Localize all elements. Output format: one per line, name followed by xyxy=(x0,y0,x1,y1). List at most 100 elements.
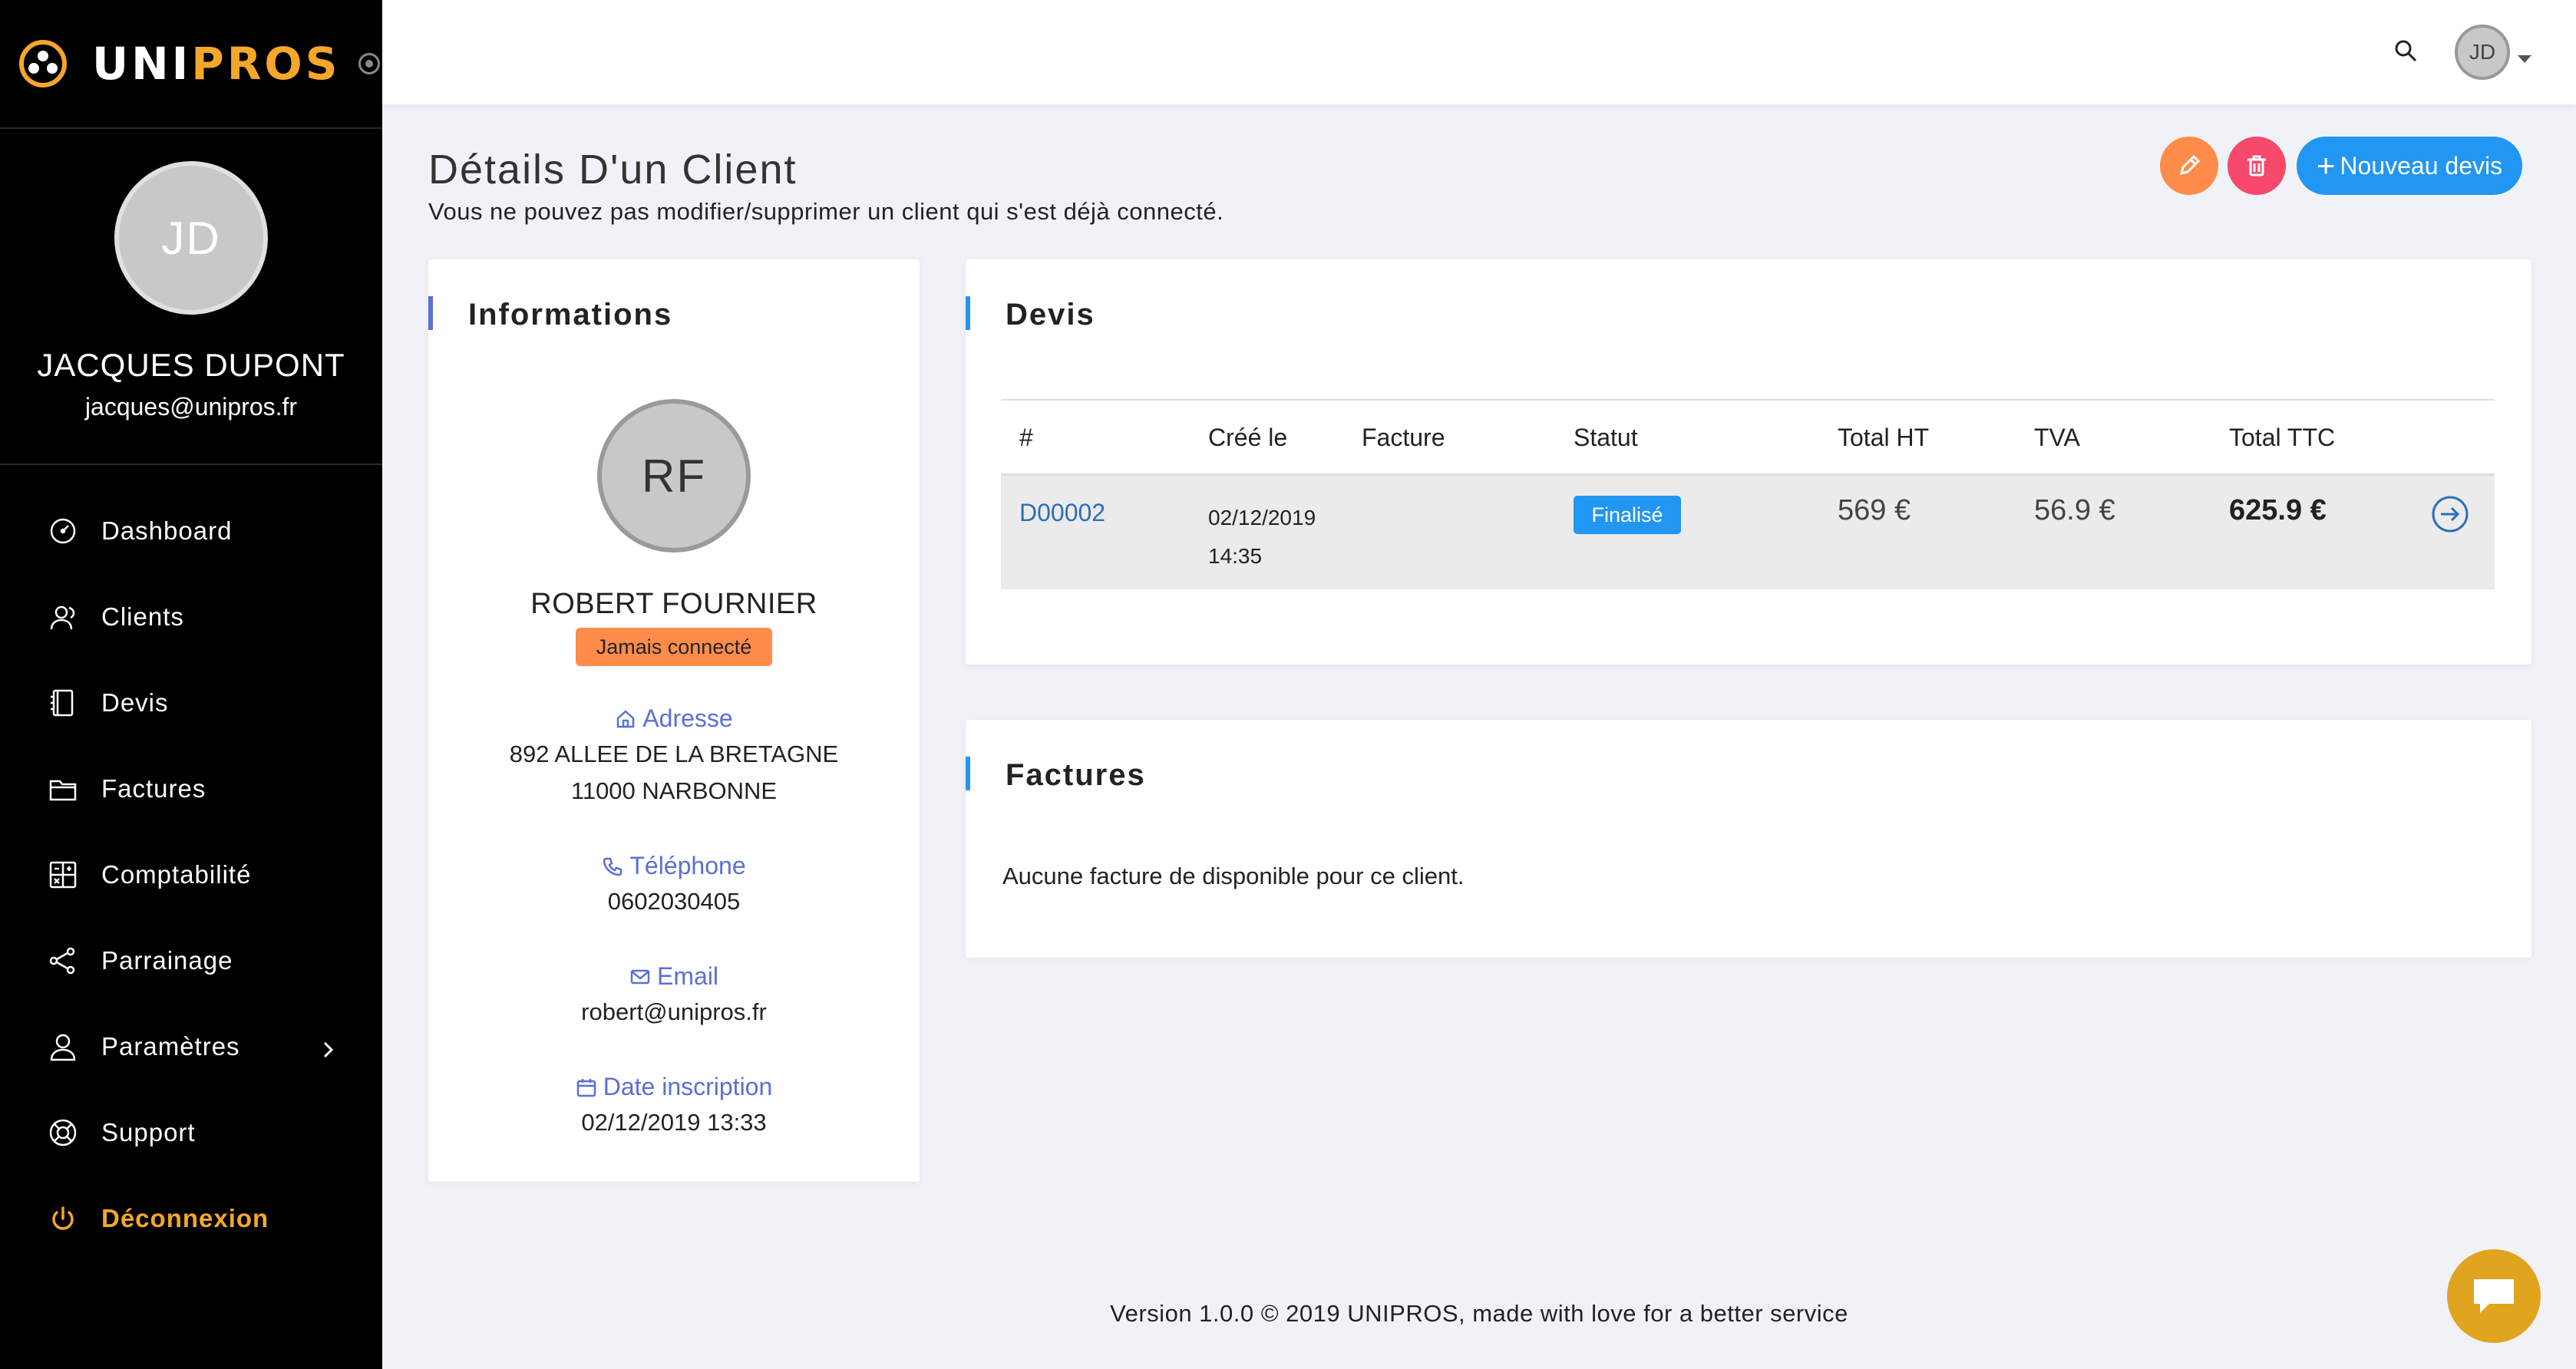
devis-title: Devis xyxy=(1006,298,1095,332)
sidebar-item-label: Factures xyxy=(101,774,206,803)
calculator-icon xyxy=(49,861,77,889)
card-accent-bar xyxy=(966,296,970,330)
profile-email: jacques@unipros.fr xyxy=(84,393,298,421)
devis-created-cell: 02/12/2019 14:35 xyxy=(1208,499,1316,576)
trash-icon xyxy=(2247,155,2266,176)
phone-icon xyxy=(603,857,623,876)
devis-tva: 56.9 € xyxy=(2034,494,2115,526)
phone-value: 0602030405 xyxy=(607,888,741,915)
sidebar-item-label: Clients xyxy=(101,602,184,631)
profile-avatar: JD xyxy=(114,161,268,315)
devis-card: Devis # Créé le Facture Statut Total HT … xyxy=(966,259,2531,665)
page-title: Détails D'un Client xyxy=(428,147,798,193)
sidebar-item-label: Dashboard xyxy=(101,516,233,545)
sidebar: UNIPROS JD JACQUES DUPONT jacques@unipro… xyxy=(0,0,382,1369)
sidebar-item-label: Support xyxy=(101,1118,196,1146)
column-header: Total TTC xyxy=(2229,424,2336,451)
column-header: Total HT xyxy=(1838,424,1930,451)
devis-ref-link[interactable]: D00002 xyxy=(1019,499,1105,527)
delete-client-button[interactable] xyxy=(2228,137,2286,195)
user-settings-icon xyxy=(50,1034,76,1061)
brand-name-prefix: UNI xyxy=(92,38,192,90)
sidebar-item-factures[interactable]: Factures xyxy=(0,746,382,832)
sidebar-item-comptabilite[interactable]: Comptabilité xyxy=(0,832,382,918)
sidebar-profile: JD JACQUES DUPONT jacques@unipros.fr xyxy=(0,129,382,465)
column-header: Statut xyxy=(1574,424,1638,451)
sidebar-item-dashboard[interactable]: Dashboard xyxy=(0,488,382,574)
email-block: Email robert@unipros.fr xyxy=(428,962,920,1031)
profile-name: JACQUES DUPONT xyxy=(37,347,345,383)
sidebar-item-parrainage[interactable]: Parrainage xyxy=(0,918,382,1004)
lifebuoy-icon xyxy=(49,1119,77,1146)
sidebar-item-support[interactable]: Support xyxy=(0,1090,382,1176)
calendar-icon xyxy=(576,1078,596,1097)
column-header: # xyxy=(1019,424,1033,451)
card-accent-bar xyxy=(966,757,970,790)
sidebar-item-label: Paramètres xyxy=(101,1032,240,1061)
factures-icon xyxy=(49,780,77,801)
column-header: Facture xyxy=(1362,424,1445,451)
sidebar-item-parametres[interactable]: Paramètres xyxy=(0,1004,382,1090)
devis-total-ht: 569 € xyxy=(1838,494,1911,526)
home-icon xyxy=(617,709,635,727)
address-line2: 11000 NARBONNE xyxy=(570,777,778,804)
user-avatar-button[interactable]: JD xyxy=(2455,25,2510,80)
sidebar-item-label: Comptabilité xyxy=(101,860,252,889)
sidebar-item-label: Déconnexion xyxy=(101,1204,269,1232)
date-block: Date inscription 02/12/2019 13:33 xyxy=(428,1073,920,1141)
arrow-right-circle-icon[interactable] xyxy=(2430,494,2470,534)
sidebar-nav: Dashboard Clients Devis Factures Comptab… xyxy=(0,465,382,1262)
email-label: Email xyxy=(428,962,920,991)
dashboard-icon xyxy=(50,518,76,544)
sidebar-toggle-icon[interactable] xyxy=(358,53,381,74)
factures-empty-message: Aucune facture de disponible pour ce cli… xyxy=(1002,863,1465,889)
address-label: Adresse xyxy=(428,704,920,733)
unipros-logo-icon[interactable] xyxy=(17,38,69,90)
card-accent-bar xyxy=(428,296,433,330)
date-label: Date inscription xyxy=(428,1073,920,1101)
client-name: ROBERT FOURNIER xyxy=(530,588,817,620)
brand-name[interactable]: UNIPROS xyxy=(92,38,340,90)
pencil-icon xyxy=(2179,154,2201,176)
client-avatar: RF xyxy=(597,399,751,553)
brand-header: UNIPROS xyxy=(0,0,382,129)
chevron-down-icon[interactable] xyxy=(2518,55,2531,63)
date-label-text: Date inscription xyxy=(603,1073,773,1100)
address-line1: 892 ALLEE DE LA BRETAGNE xyxy=(509,741,839,767)
devis-created-time: 14:35 xyxy=(1208,544,1263,568)
client-info-card: Informations RF ROBERT FOURNIER Jamais c… xyxy=(428,259,920,1182)
chat-button[interactable] xyxy=(2447,1249,2541,1343)
address-label-text: Adresse xyxy=(642,704,733,732)
status-badge: Finalisé xyxy=(1574,496,1681,534)
date-value: 02/12/2019 13:33 xyxy=(581,1109,767,1136)
sidebar-item-label: Devis xyxy=(101,688,169,717)
brand-name-accent: PROS xyxy=(191,38,341,90)
share-icon xyxy=(49,947,75,975)
edit-client-button[interactable] xyxy=(2160,137,2218,195)
power-icon xyxy=(52,1206,74,1230)
sidebar-item-clients[interactable]: Clients xyxy=(0,574,382,660)
devis-total-ttc: 625.9 € xyxy=(2229,494,2327,526)
sidebar-item-deconnexion[interactable]: Déconnexion xyxy=(0,1176,382,1262)
plus-icon: + xyxy=(2316,147,2336,183)
mail-icon xyxy=(630,969,650,984)
new-devis-button[interactable]: + Nouveau devis xyxy=(2297,137,2522,195)
factures-card: Factures Aucune facture de disponible po… xyxy=(966,720,2531,958)
phone-label-text: Téléphone xyxy=(629,852,746,879)
column-header: Créé le xyxy=(1208,424,1288,451)
chevron-right-icon xyxy=(323,1041,334,1058)
topbar: JD xyxy=(382,0,2576,104)
connection-status-badge: Jamais connecté xyxy=(576,628,772,666)
email-label-text: Email xyxy=(656,962,718,990)
phone-block: Téléphone 0602030405 xyxy=(428,852,920,920)
new-devis-label: Nouveau devis xyxy=(2340,151,2503,180)
column-header: TVA xyxy=(2034,424,2080,451)
search-icon[interactable] xyxy=(2393,38,2418,63)
devis-table: # Créé le Facture Statut Total HT TVA To… xyxy=(1001,399,2495,589)
table-header: # Créé le Facture Statut Total HT TVA To… xyxy=(1001,399,2495,476)
client-info-title: Informations xyxy=(468,298,673,332)
devis-icon xyxy=(51,689,74,717)
sidebar-item-devis[interactable]: Devis xyxy=(0,660,382,746)
table-row[interactable]: D00002 02/12/2019 14:35 Finalisé 569 € 5… xyxy=(1001,476,2495,589)
clients-icon xyxy=(50,605,75,630)
